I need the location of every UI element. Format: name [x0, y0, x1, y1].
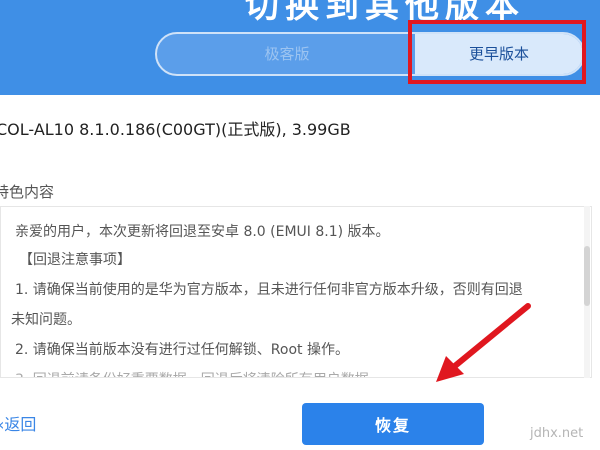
content-scrollbar[interactable]: [584, 206, 590, 378]
content-line: 亲爱的用户，本次更新将回退至安卓 8.0 (EMUI 8.1) 版本。: [15, 224, 390, 240]
content-line: 【回退注意事项】: [19, 252, 131, 268]
version-info: COL-AL10 8.1.0.186(C00GT)(正式版), 3.99GB: [0, 120, 351, 139]
features-title: 特色内容: [0, 183, 55, 201]
watermark: jdhx.net: [530, 426, 584, 441]
red-arrow-annotation: [436, 303, 531, 382]
content-line: 2. 请确保当前版本没有进行过任何解锁、Root 操作。: [15, 342, 349, 358]
back-label: 返回: [4, 415, 37, 434]
restore-button[interactable]: 恢复: [302, 403, 484, 445]
tab-simple-version[interactable]: 极客版: [157, 34, 417, 74]
highlight-annotation-box: [408, 20, 586, 84]
content-line: 未知问题。: [11, 312, 81, 328]
content-line: 1. 请确保当前使用的是华为官方版本，且未进行任何非官方版本升级，否则有回退: [15, 282, 523, 298]
back-link[interactable]: ‹返回: [0, 411, 36, 435]
content-line: 3. 回退前请备份好重要数据，回退后将清除所有用户数据。: [15, 369, 383, 377]
scroll-thumb[interactable]: [584, 246, 590, 306]
